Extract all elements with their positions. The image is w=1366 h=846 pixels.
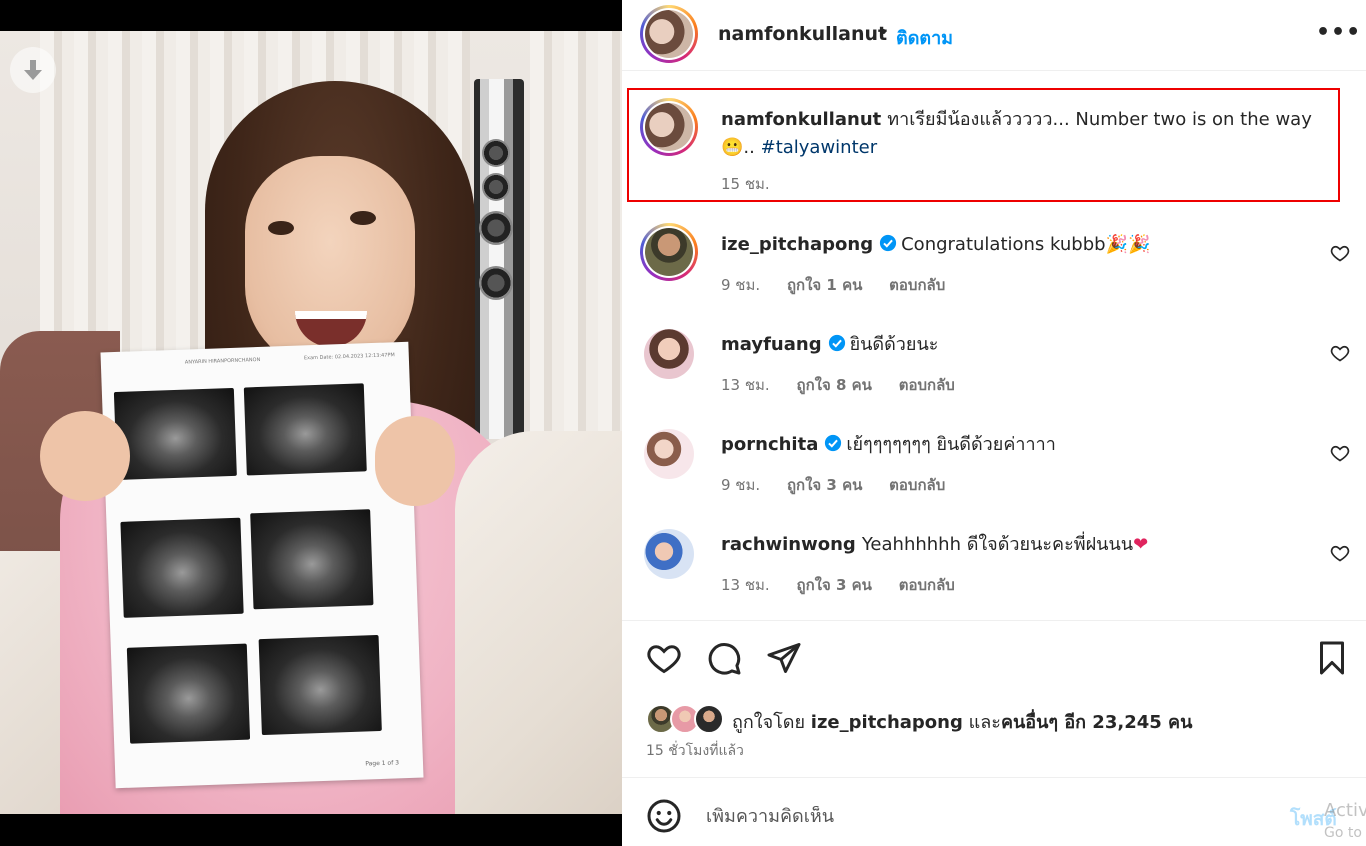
eye [350,211,376,225]
sheet-exam-date: Exam Date: 02.04.2023 12:13:47PM [303,352,395,362]
comment-username[interactable]: mayfuang [721,334,822,355]
like-comment-heart-icon[interactable] [1330,543,1350,563]
comment-text-block: ize_pitchapong Congratulations kubbb🎉🎉 [721,231,1326,259]
liker-avatar[interactable] [694,704,724,734]
caption-meta: 15 ชม. [721,172,792,196]
comment-username[interactable]: rachwinwong [721,534,856,555]
speaker [474,79,524,439]
watermark-line: Activ [1324,800,1366,821]
comment-emoji: ❤ [1133,534,1149,555]
commenter-avatar[interactable] [644,329,694,379]
sheet-page-number: Page 1 of 3 [365,759,400,768]
verified-badge-icon [880,234,897,252]
like-heart-icon[interactable] [646,640,682,676]
comment-time[interactable]: 9 ชม. [721,476,760,494]
comment-likes[interactable]: ถูกใจ 3 คน [787,476,862,494]
comment-time[interactable]: 13 ชม. [721,376,770,394]
comment-text: Yeahhhhhh ดีใจด้วยนะคะพี่ฝนนน [861,534,1134,555]
ultrasound-image [250,509,374,610]
ultrasound-image [258,634,382,736]
caption-text-block: namfonkullanut ทาเรียมีน้องแล้ววววว... Nu… [721,106,1326,162]
post-timestamp[interactable]: 15 ชั่วโมงที่แล้ว [646,740,744,762]
commenter-avatar[interactable] [640,223,698,281]
comment-time[interactable]: 13 ชม. [721,576,770,594]
comment-time[interactable]: 9 ชม. [721,276,760,294]
caption-author-avatar[interactable] [640,98,698,156]
left-hand [40,411,130,501]
comment-meta: 9 ชม. ถูกใจ 3 คน ตอบกลับ [721,473,967,497]
windows-activation-watermark: Activ Go to [1324,800,1366,844]
like-comment-heart-icon[interactable] [1330,443,1350,463]
add-comment-bar: โพสต์ [622,777,1366,846]
separator-dot: • [878,22,889,43]
caption-hashtag[interactable]: #talyawinter [761,137,878,158]
comment-username[interactable]: ize_pitchapong [721,234,873,255]
comment-text-block: rachwinwong Yeahhhhhh ดีใจด้วยนะคะพี่ฝนนน… [721,531,1326,559]
likes-middle: และ [968,712,1001,733]
share-send-icon[interactable] [766,640,802,676]
comment-meta: 13 ชม. ถูกใจ 3 คน ตอบกลับ [721,573,977,597]
speaker-driver [482,173,510,201]
more-options-button[interactable]: ••• [1316,20,1361,45]
speaker-driver [479,211,513,245]
ultrasound-image [120,517,244,618]
post-photo: ANYARIN HIRANPORNCHANON Exam Date: 02.04… [0,31,622,814]
download-arrow-icon [24,60,42,80]
reply-button[interactable]: ตอบกลับ [899,376,955,394]
comment-text: เย้ๆๆๆๆๆๆๆ ยินดีด้วยค่าาาา [846,434,1056,455]
right-hand [375,416,455,506]
commenter-avatar[interactable] [644,429,694,479]
reply-button[interactable]: ตอบกลับ [889,476,945,494]
ultrasound-sheet: ANYARIN HIRANPORNCHANON Exam Date: 02.04… [100,341,424,789]
caption-text: ทาเรียมีน้องแล้ววววว... Number two is on… [887,109,1312,130]
caption-suffix: .. [743,137,755,158]
caption-time[interactable]: 15 ชม. [721,175,770,193]
follow-button[interactable]: ติดตาม [896,23,953,52]
verified-badge-icon [828,334,845,352]
speaker-driver [482,139,510,167]
likes-summary: ถูกใจโดย ize_pitchapong และคนอื่นๆ อีก 2… [732,707,1192,736]
post-side-panel: namfonkullanut • ติดตาม ••• namfonkullan… [622,0,1366,846]
ultrasound-image [113,387,237,481]
watermark-line: Go to [1324,825,1362,841]
comment-bubble-icon[interactable] [706,640,742,676]
author-avatar[interactable] [640,5,698,63]
comment-meta: 13 ชม. ถูกใจ 8 คน ตอบกลับ [721,373,977,397]
comment-text-block: mayfuang ยินดีด้วยนะ [721,331,1326,359]
reply-button[interactable]: ตอบกลับ [889,276,945,294]
emoji-smiley-icon[interactable] [646,798,682,834]
like-comment-heart-icon[interactable] [1330,343,1350,363]
likes-prefix: ถูกใจโดย [732,712,806,733]
like-comment-heart-icon[interactable] [1330,243,1350,263]
caption-username[interactable]: namfonkullanut [721,109,881,130]
reply-button[interactable]: ตอบกลับ [899,576,955,594]
caption-emoji: 😬 [721,137,744,158]
comment-meta: 9 ชม. ถูกใจ 1 คน ตอบกลับ [721,273,967,297]
likes-others[interactable]: คนอื่นๆ อีก 23,245 คน [1001,712,1192,733]
ultrasound-image [243,383,367,476]
comment-likes[interactable]: ถูกใจ 8 คน [796,376,871,394]
post-header: namfonkullanut • ติดตาม ••• [622,0,1366,71]
comment-text: Congratulations kubbb [901,234,1106,255]
cushion [455,431,622,814]
comment-input[interactable] [706,806,1226,827]
verified-badge-icon [825,434,842,452]
save-bookmark-icon[interactable] [1314,640,1350,676]
sheet-header: ANYARIN HIRANPORNCHANON Exam Date: 02.04… [115,352,395,376]
sheet-patient-name: ANYARIN HIRANPORNCHANON [184,356,261,366]
comment-likes[interactable]: ถูกใจ 1 คน [787,276,862,294]
download-button[interactable] [10,47,56,93]
eye [268,221,294,235]
commenter-avatar[interactable] [644,529,694,579]
comment-text: ยินดีด้วยนะ [849,334,939,355]
comment-likes[interactable]: ถูกใจ 3 คน [796,576,871,594]
likes-user[interactable]: ize_pitchapong [811,712,963,733]
comment-emoji: 🎉🎉 [1105,234,1151,255]
author-username[interactable]: namfonkullanut [718,23,887,45]
comment-username[interactable]: pornchita [721,434,818,455]
speaker-driver [479,266,513,300]
post-media[interactable]: ANYARIN HIRANPORNCHANON Exam Date: 02.04… [0,0,622,846]
ultrasound-image [126,643,251,744]
comment-text-block: pornchita เย้ๆๆๆๆๆๆๆ ยินดีด้วยค่าาาา [721,431,1326,459]
